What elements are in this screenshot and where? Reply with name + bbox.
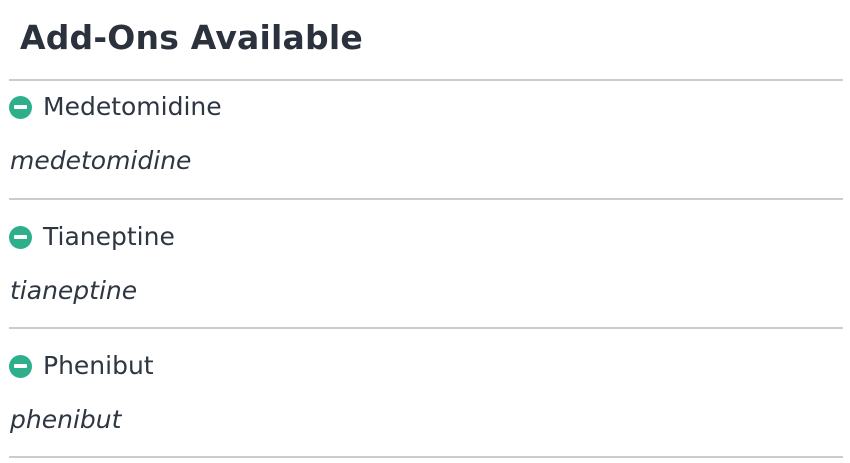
addon-name: Medetomidine [43,92,222,121]
remove-addon-button[interactable]: Tianeptine [9,222,175,252]
remove-addon-button[interactable]: Medetomidine [9,92,222,122]
minus-circle-icon[interactable] [9,225,32,249]
addon-item-phenibut: Phenibut phenibut [9,329,843,457]
addon-name: Phenibut [43,351,154,380]
minus-circle-icon[interactable] [9,354,32,378]
divider [9,456,843,458]
addon-name: Tianeptine [43,222,175,251]
addon-generic-name: tianeptine [10,276,138,305]
remove-addon-button[interactable]: Phenibut [9,351,154,381]
minus-circle-icon[interactable] [9,95,32,119]
addon-generic-name: phenibut [10,405,122,434]
page-title: Add-Ons Available [20,18,363,57]
addon-item-medetomidine: Medetomidine medetomidine [9,81,843,209]
add-ons-panel: Add-Ons Available Medetomidine medetomid… [0,0,850,463]
addon-generic-name: medetomidine [10,146,192,175]
addon-item-tianeptine: Tianeptine tianeptine [9,200,843,328]
